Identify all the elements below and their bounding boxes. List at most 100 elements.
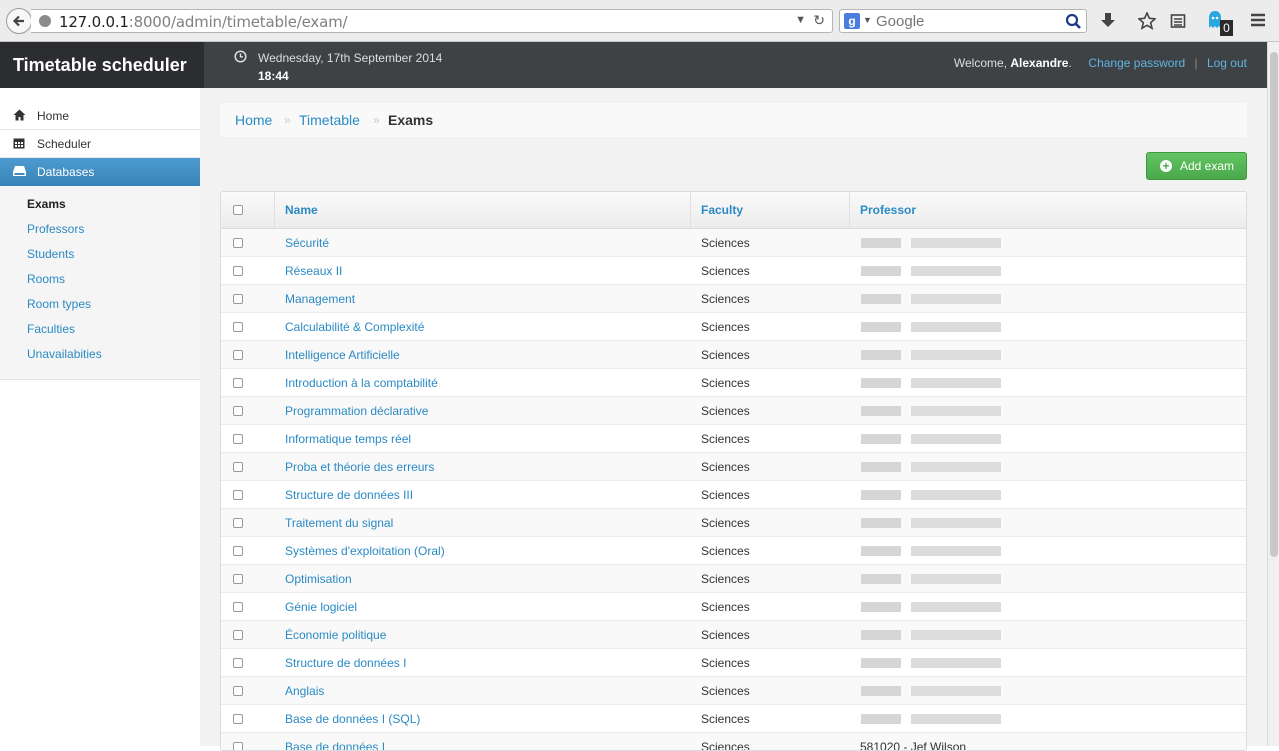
row-checkbox[interactable] bbox=[233, 490, 243, 500]
row-checkbox[interactable] bbox=[233, 714, 243, 724]
url-dropdown-icon[interactable]: ▼ bbox=[795, 14, 806, 26]
row-checkbox[interactable] bbox=[233, 742, 243, 750]
row-checkbox[interactable] bbox=[233, 322, 243, 332]
blurred-professor-id bbox=[861, 574, 901, 584]
reload-icon[interactable]: ↻ bbox=[813, 12, 825, 29]
exam-faculty: Sciences bbox=[701, 712, 750, 726]
blurred-professor-name bbox=[911, 546, 1001, 556]
table-row: Structure de données III Sciences bbox=[221, 481, 1246, 509]
subnav-students[interactable]: Students bbox=[0, 246, 200, 271]
column-header-name[interactable]: Name bbox=[285, 203, 318, 217]
subnav-faculties[interactable]: Faculties bbox=[0, 321, 200, 346]
logout-link[interactable]: Log out bbox=[1207, 56, 1247, 70]
current-time: 18:44 bbox=[258, 69, 289, 83]
exam-name-link[interactable]: Base de données I (SQL) bbox=[285, 712, 420, 726]
blurred-professor-id bbox=[861, 434, 901, 444]
row-checkbox[interactable] bbox=[233, 658, 243, 668]
row-checkbox[interactable] bbox=[233, 546, 243, 556]
exam-faculty: Sciences bbox=[701, 376, 750, 390]
row-checkbox[interactable] bbox=[233, 294, 243, 304]
exam-name-link[interactable]: Proba et théorie des erreurs bbox=[285, 460, 434, 474]
blurred-professor-name bbox=[911, 714, 1001, 724]
scrollbar-thumb[interactable] bbox=[1270, 52, 1278, 557]
subnav-exams[interactable]: Exams bbox=[0, 196, 200, 221]
search-icon[interactable] bbox=[1065, 13, 1082, 30]
exam-name-link[interactable]: Structure de données III bbox=[285, 488, 413, 502]
exam-name-link[interactable]: Programmation déclarative bbox=[285, 404, 428, 418]
bookmark-star-icon[interactable] bbox=[1138, 12, 1156, 30]
exam-faculty: Sciences bbox=[701, 460, 750, 474]
exam-name-link[interactable]: Management bbox=[285, 292, 355, 306]
subnav-room-types[interactable]: Room types bbox=[0, 296, 200, 321]
blurred-professor-id bbox=[861, 378, 901, 388]
chevron-down-icon[interactable]: ▼ bbox=[863, 15, 872, 25]
row-checkbox[interactable] bbox=[233, 630, 243, 640]
table-row: Génie logiciel Sciences bbox=[221, 593, 1246, 621]
table-row: Structure de données I Sciences bbox=[221, 649, 1246, 677]
blurred-professor-id bbox=[861, 630, 901, 640]
change-password-link[interactable]: Change password bbox=[1088, 56, 1185, 70]
blurred-professor-name bbox=[911, 294, 1001, 304]
subnav-professors[interactable]: Professors bbox=[0, 221, 200, 246]
search-input[interactable] bbox=[876, 12, 1056, 30]
globe-icon bbox=[39, 15, 51, 27]
exam-name-link[interactable]: Traitement du signal bbox=[285, 516, 393, 530]
row-checkbox[interactable] bbox=[233, 574, 243, 584]
exam-name-link[interactable]: Intelligence Artificielle bbox=[285, 348, 400, 362]
back-button[interactable] bbox=[6, 8, 32, 34]
subnav-unavailabilities[interactable]: Unavailabities bbox=[0, 346, 200, 371]
column-header-faculty[interactable]: Faculty bbox=[701, 203, 743, 217]
subnav-rooms[interactable]: Rooms bbox=[0, 271, 200, 296]
blurred-professor-name bbox=[911, 518, 1001, 528]
url-bar[interactable]: 127.0.0.1:8000/admin/timetable/exam/ ▼ ↻ bbox=[31, 9, 833, 33]
row-checkbox[interactable] bbox=[233, 518, 243, 528]
exam-name-link[interactable]: Sécurité bbox=[285, 236, 329, 250]
sidebar-item-scheduler[interactable]: Scheduler bbox=[0, 130, 200, 158]
exam-name-link[interactable]: Structure de données I bbox=[285, 656, 406, 670]
sidebar-item-home[interactable]: Home bbox=[0, 102, 200, 130]
hdd-icon bbox=[13, 166, 26, 176]
row-checkbox[interactable] bbox=[233, 686, 243, 696]
column-divider bbox=[849, 192, 850, 228]
breadcrumb-home[interactable]: Home bbox=[235, 103, 272, 137]
exam-name-link[interactable]: Systèmes d'exploitation (Oral) bbox=[285, 544, 445, 558]
row-checkbox[interactable] bbox=[233, 434, 243, 444]
row-checkbox[interactable] bbox=[233, 378, 243, 388]
exam-faculty: Sciences bbox=[701, 544, 750, 558]
reading-list-icon[interactable] bbox=[1170, 12, 1186, 30]
row-checkbox[interactable] bbox=[233, 266, 243, 276]
row-checkbox[interactable] bbox=[233, 406, 243, 416]
page-scrollbar[interactable] bbox=[1267, 42, 1279, 746]
row-checkbox[interactable] bbox=[233, 350, 243, 360]
exam-name-link[interactable]: Calculabilité & Complexité bbox=[285, 320, 424, 334]
row-checkbox[interactable] bbox=[233, 238, 243, 248]
exam-name-link[interactable]: Génie logiciel bbox=[285, 600, 357, 614]
table-row: Proba et théorie des erreurs Sciences bbox=[221, 453, 1246, 481]
hamburger-menu-icon[interactable] bbox=[1250, 12, 1266, 28]
blurred-professor-id bbox=[861, 518, 901, 528]
blurred-professor-name bbox=[911, 462, 1001, 472]
brand-title[interactable]: Timetable scheduler bbox=[13, 55, 187, 76]
download-icon[interactable] bbox=[1100, 12, 1116, 30]
exam-faculty: Sciences bbox=[701, 320, 750, 334]
blurred-professor-id bbox=[861, 490, 901, 500]
select-all-checkbox[interactable] bbox=[233, 205, 243, 215]
search-bar[interactable]: g ▼ bbox=[839, 9, 1087, 33]
exam-name-link[interactable]: Informatique temps réel bbox=[285, 432, 411, 446]
table-row: Base de données I (SQL) Sciences bbox=[221, 705, 1246, 733]
row-checkbox[interactable] bbox=[233, 462, 243, 472]
exam-name-link[interactable]: Anglais bbox=[285, 684, 324, 698]
add-exam-button[interactable]: + Add exam bbox=[1146, 152, 1247, 180]
exam-name-link[interactable]: Introduction à la comptabilité bbox=[285, 376, 438, 390]
google-icon[interactable]: g bbox=[844, 13, 860, 29]
add-exam-label: Add exam bbox=[1180, 159, 1235, 173]
column-header-professor[interactable]: Professor bbox=[860, 203, 916, 217]
sidebar-item-databases[interactable]: Databases bbox=[0, 158, 211, 186]
row-checkbox[interactable] bbox=[233, 602, 243, 612]
table-row: Calculabilité & Complexité Sciences bbox=[221, 313, 1246, 341]
plus-circle-icon: + bbox=[1160, 160, 1172, 172]
exam-name-link[interactable]: Optimisation bbox=[285, 572, 352, 586]
exam-name-link[interactable]: Économie politique bbox=[285, 628, 386, 642]
breadcrumb-timetable[interactable]: Timetable bbox=[299, 103, 360, 137]
exam-name-link[interactable]: Réseaux II bbox=[285, 264, 342, 278]
